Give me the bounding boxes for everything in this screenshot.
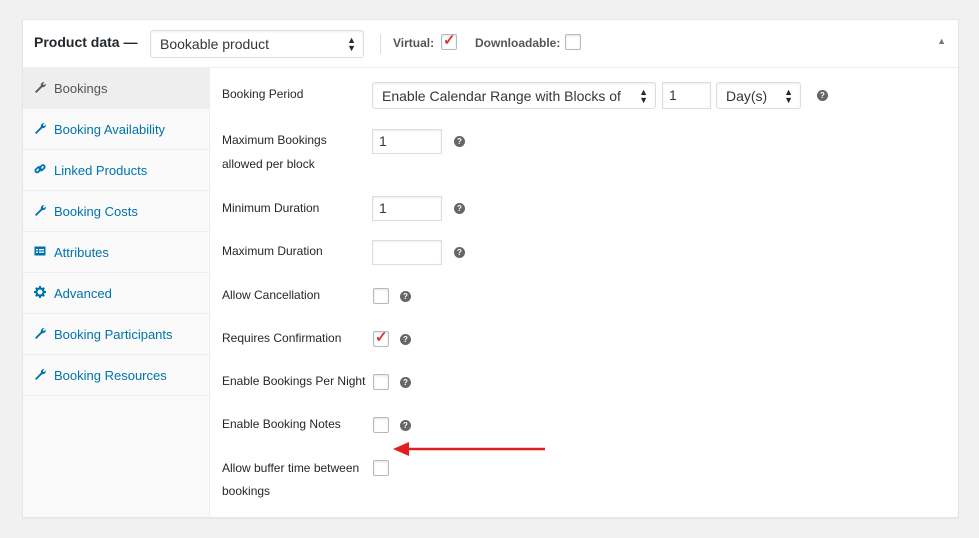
- per-night-checkbox[interactable]: [373, 374, 389, 390]
- booking-notes-label: Enable Booking Notes: [222, 417, 341, 431]
- requires-confirmation-label: Requires Confirmation: [222, 331, 342, 345]
- wrench-icon: [35, 123, 46, 134]
- link-icon: [34, 164, 46, 174]
- max-bookings-label: Maximum Bookings: [222, 133, 327, 147]
- annotation-arrow-icon: [393, 442, 545, 456]
- tab-label: Bookings: [54, 81, 108, 96]
- virtual-label: Virtual:: [393, 36, 435, 50]
- help-icon[interactable]: ?: [454, 203, 465, 214]
- tab-booking-resources[interactable]: Booking Resources: [23, 355, 209, 396]
- select-arrows-icon: ▲ ▼: [784, 86, 793, 105]
- downloadable-label: Downloadable:: [475, 36, 561, 50]
- booking-notes-checkbox[interactable]: [373, 417, 389, 433]
- tab-advanced[interactable]: Advanced: [23, 273, 209, 314]
- checkmark-icon: ✓: [375, 329, 388, 346]
- wrench-icon: [35, 328, 46, 339]
- gear-icon: [34, 286, 46, 298]
- help-icon[interactable]: ?: [400, 377, 411, 388]
- per-night-label: Enable Bookings Per Night: [222, 374, 366, 388]
- wrench-icon: [35, 82, 46, 93]
- tab-booking-participants[interactable]: Booking Participants: [23, 314, 209, 355]
- downloadable-checkbox[interactable]: [565, 34, 581, 50]
- min-duration-label: Minimum Duration: [222, 201, 320, 215]
- tab-label: Attributes: [54, 245, 109, 260]
- help-icon[interactable]: ?: [454, 136, 465, 147]
- min-duration-input[interactable]: 1: [372, 196, 442, 221]
- help-icon[interactable]: ?: [817, 90, 828, 101]
- wrench-icon: [35, 205, 46, 216]
- requires-confirmation-checkbox[interactable]: ✓: [373, 329, 389, 347]
- tab-attributes[interactable]: Attributes: [23, 232, 209, 273]
- panel-header: Product data — Bookable product ▲ ▼ Virtu…: [23, 20, 958, 68]
- block-unit-select[interactable]: Day(s) ▲ ▼: [716, 82, 801, 109]
- triangle-up-icon[interactable]: ▲: [937, 36, 946, 46]
- product-data-tabs: Bookings Booking Availability Linked Pro…: [23, 68, 210, 517]
- tab-label: Booking Availability: [54, 122, 166, 137]
- max-duration-input[interactable]: [372, 240, 442, 265]
- checkmark-icon: ✓: [443, 32, 456, 49]
- wrench-icon: [35, 369, 46, 380]
- tab-linked-products[interactable]: Linked Products: [23, 150, 209, 191]
- tab-label: Advanced: [54, 286, 112, 301]
- tab-booking-availability[interactable]: Booking Availability: [23, 109, 209, 150]
- select-arrows-icon: ▲ ▼: [639, 86, 648, 105]
- booking-period-value: Enable Calendar Range with Blocks of: [382, 88, 621, 104]
- header-divider: [380, 34, 381, 54]
- help-icon[interactable]: ?: [400, 420, 411, 431]
- panel-title: Product data —: [34, 34, 138, 50]
- max-bookings-input[interactable]: 1: [372, 129, 442, 154]
- tab-label: Linked Products: [54, 163, 148, 178]
- table-icon: [34, 246, 46, 256]
- help-icon[interactable]: ?: [400, 334, 411, 345]
- product-type-value: Bookable product: [160, 36, 269, 52]
- help-icon[interactable]: ?: [400, 291, 411, 302]
- product-type-select[interactable]: Bookable product ▲ ▼: [150, 30, 364, 58]
- buffer-time-label: Allow buffer time between: [222, 461, 360, 475]
- booking-period-label: Booking Period: [222, 87, 304, 101]
- select-arrows-icon: ▲ ▼: [347, 35, 356, 53]
- tab-label: Booking Participants: [54, 327, 173, 342]
- tab-bookings[interactable]: Bookings: [23, 68, 209, 109]
- allow-cancellation-label: Allow Cancellation: [222, 288, 321, 302]
- help-icon[interactable]: ?: [454, 247, 465, 258]
- block-count-input[interactable]: 1: [662, 82, 711, 109]
- bookings-options: Booking Period Enable Calendar Range wit…: [210, 68, 958, 517]
- tab-booking-costs[interactable]: Booking Costs: [23, 191, 209, 232]
- tab-label: Booking Resources: [54, 368, 167, 383]
- virtual-checkbox[interactable]: ✓: [441, 32, 457, 50]
- block-unit-value: Day(s): [726, 88, 768, 104]
- max-bookings-label-2: allowed per block: [222, 157, 315, 171]
- allow-cancellation-checkbox[interactable]: [373, 288, 389, 304]
- booking-period-select[interactable]: Enable Calendar Range with Blocks of ▲ ▼: [372, 82, 656, 109]
- max-duration-label: Maximum Duration: [222, 244, 323, 258]
- buffer-time-label-2: bookings: [222, 484, 271, 498]
- buffer-time-checkbox[interactable]: [373, 460, 389, 476]
- tab-label: Booking Costs: [54, 204, 138, 219]
